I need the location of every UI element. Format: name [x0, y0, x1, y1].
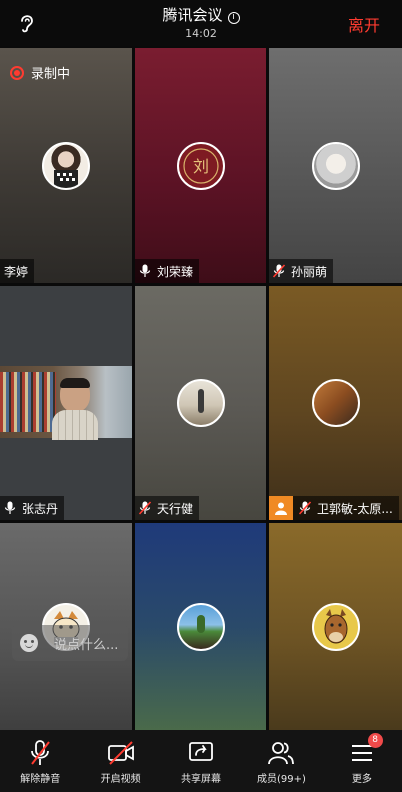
more-button[interactable]: 8 更多 [322, 730, 402, 792]
participant-tile[interactable] [269, 523, 402, 730]
participant-name-tag: 卫郭敏-太原... [269, 496, 399, 520]
emoji-icon[interactable] [20, 634, 38, 652]
user-placeholder-icon [269, 496, 293, 520]
mic-muted-icon [31, 740, 50, 765]
participant-name-tag: 李婷 [0, 259, 35, 283]
meeting-time: 14:02 [185, 27, 217, 40]
participant-tile[interactable]: 孙丽萌 [269, 48, 402, 283]
participant-name: 天行健 [157, 501, 194, 516]
participant-name: 李婷 [4, 264, 29, 279]
participant-name-tag: 天行健 [135, 496, 200, 520]
participant-name: 刘荣臻 [157, 264, 194, 279]
unmute-label: 解除静音 [20, 774, 61, 785]
start-video-button[interactable]: 开启视频 [80, 730, 160, 792]
avatar [176, 602, 225, 651]
participant-name: 卫郭敏-太原... [317, 501, 393, 516]
avatar [311, 379, 360, 427]
bookshelf [0, 372, 56, 432]
svg-text:刘: 刘 [192, 157, 208, 176]
avatar-illustration [54, 169, 78, 188]
meeting-title-text: 腾讯会议 [162, 6, 223, 24]
participant-video [0, 366, 132, 440]
notification-badge: 8 [367, 733, 383, 748]
unmute-button[interactable]: 解除静音 [0, 730, 80, 792]
members-label: 成员(99+) [256, 774, 306, 785]
video-off-icon [107, 741, 134, 765]
info-icon[interactable]: i [227, 12, 240, 24]
recording-label: 录制中 [31, 67, 71, 82]
avatar [176, 379, 225, 427]
participant-name-tag: 孙丽萌 [269, 259, 334, 283]
person-figure [52, 378, 98, 440]
participant-tile[interactable]: 天行健 [135, 286, 266, 520]
participant-tile[interactable] [135, 523, 266, 730]
more-label: 更多 [351, 774, 372, 785]
participant-name-tag: 刘荣臻 [135, 259, 200, 283]
members-icon [268, 742, 295, 765]
mic-icon [139, 264, 151, 277]
participant-tile[interactable]: 张志丹 [0, 286, 132, 520]
recording-icon [10, 65, 24, 80]
avatar: 刘 [176, 141, 225, 190]
participant-tile[interactable]: 卫郭敏-太原... [269, 286, 402, 520]
bottom-toolbar: 解除静音 开启视频 共享屏幕 成员(99+) 8 更多 [0, 730, 402, 792]
leave-button[interactable]: 离开 [348, 12, 380, 36]
share-screen-label: 共享屏幕 [181, 774, 222, 785]
avatar [42, 141, 90, 190]
avatar-logo: 刘 [182, 147, 219, 184]
meeting-header: 腾讯会议 i 14:02 离开 [0, 0, 402, 46]
mic-icon [4, 501, 16, 514]
chat-placeholder: 说点什么... [54, 637, 119, 653]
participant-name: 孙丽萌 [291, 264, 328, 279]
mic-muted-icon [299, 501, 311, 515]
share-screen-button[interactable]: 共享屏幕 [161, 730, 241, 792]
horse-cartoon-icon [324, 608, 347, 643]
share-screen-icon [189, 742, 213, 761]
participant-name: 张志丹 [22, 501, 59, 516]
recording-indicator: 录制中 [10, 63, 70, 82]
start-video-label: 开启视频 [100, 774, 141, 785]
meeting-title: 腾讯会议 i [0, 6, 402, 24]
avatar [311, 141, 360, 190]
participant-tile[interactable]: 刘 刘荣臻 [135, 48, 266, 283]
members-button[interactable]: 成员(99+) [241, 730, 321, 792]
participant-name-tag: 张志丹 [0, 496, 65, 520]
mic-muted-icon [139, 501, 151, 515]
participant-tile[interactable]: 录制中 李婷 [0, 48, 132, 283]
mic-muted-icon [273, 264, 285, 278]
avatar [311, 602, 360, 651]
chat-input[interactable]: 说点什么... [12, 625, 128, 661]
